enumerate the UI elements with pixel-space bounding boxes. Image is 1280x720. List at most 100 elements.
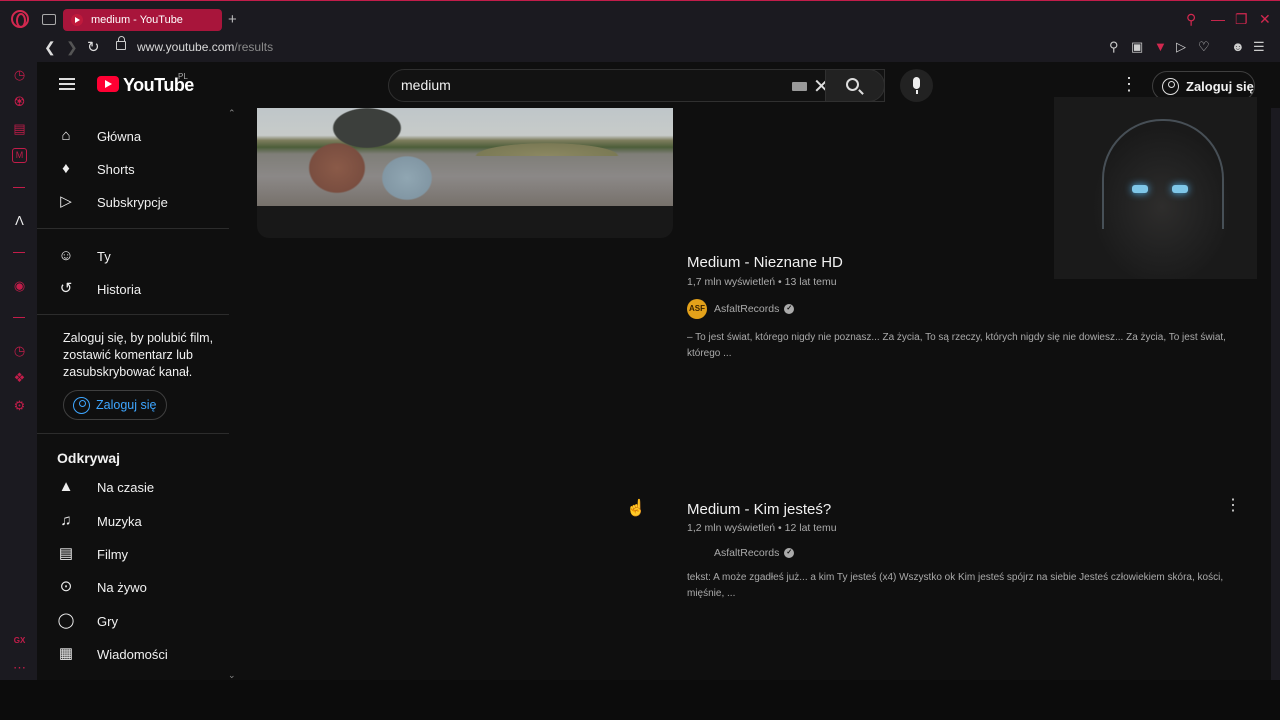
keyboard-icon[interactable] xyxy=(792,82,807,91)
hand-cursor-icon: ☝ xyxy=(626,500,646,517)
guide-item-label: Główna xyxy=(97,128,142,144)
gaming-icon: ◯ xyxy=(57,612,75,629)
you-icon: ☺ xyxy=(58,247,74,264)
channel-link[interactable]: AsfaltRecords ✓ xyxy=(687,543,795,563)
guide-item-music[interactable]: ♫ Muzyka xyxy=(57,511,141,531)
search-input[interactable] xyxy=(401,77,781,93)
guide-item-label: Historia xyxy=(97,281,142,297)
player-icon[interactable]: ◉ xyxy=(12,278,27,293)
guide-sign-in-button[interactable]: Zaloguj się xyxy=(63,390,167,420)
search-button[interactable] xyxy=(825,69,885,102)
reload-icon[interactable]: ↻ xyxy=(87,38,100,56)
history-icon: ↺ xyxy=(59,280,73,297)
video-description: – To jest świat, którego nigdy nie pozna… xyxy=(687,332,1226,359)
browser-search-icon[interactable]: ⚲ xyxy=(1186,11,1196,28)
guide-separator xyxy=(37,228,229,229)
back-icon[interactable]: ❮ xyxy=(44,39,56,56)
guide-item-label: Wiadomości xyxy=(97,646,168,662)
minimize-icon[interactable]: — xyxy=(1211,11,1225,27)
pin-icon[interactable]: ⚲ xyxy=(1109,39,1119,55)
snapshot-icon[interactable]: ▣ xyxy=(1131,39,1143,55)
guide-item-history[interactable]: ↺ Historia xyxy=(57,279,141,299)
channel-name[interactable]: AsfaltRecords xyxy=(714,303,779,315)
profile-icon[interactable]: ☻ xyxy=(1231,39,1245,54)
restore-icon[interactable]: ❐ xyxy=(1235,11,1248,28)
gx-label[interactable]: GX xyxy=(12,633,27,648)
settings-icon[interactable]: ⚙ xyxy=(12,398,27,413)
meta-separator: • xyxy=(778,522,782,534)
guide-item-label: Shorts xyxy=(97,161,135,177)
channel-avatar[interactable]: ASF xyxy=(687,299,707,319)
tab-title: medium - YouTube xyxy=(91,14,183,26)
thumbnail-image xyxy=(257,108,673,206)
more-icon[interactable]: ⋯ xyxy=(12,660,27,675)
account-icon xyxy=(73,396,90,414)
meta-separator: • xyxy=(778,276,782,288)
aria-icon[interactable]: Λ xyxy=(12,213,27,228)
url-domain: www.youtube.com xyxy=(137,40,235,54)
guide-item-you[interactable]: ☺ Ty xyxy=(57,246,110,266)
channel-avatar[interactable] xyxy=(687,543,707,563)
guide-item-label: Subskrypcje xyxy=(97,194,168,210)
explore-heading: Odkrywaj xyxy=(57,450,121,466)
guide-item-shorts[interactable]: ♦ Shorts xyxy=(57,159,134,179)
account-icon xyxy=(1162,77,1179,95)
tab-overview-icon[interactable] xyxy=(42,14,56,25)
video-thumbnail[interactable] xyxy=(257,108,673,238)
twitch-icon[interactable]: ▤ xyxy=(12,121,27,136)
video-title[interactable]: Medium - Nieznane HD xyxy=(687,254,843,271)
video-title[interactable]: Medium - Kim jesteś? xyxy=(687,501,831,518)
video-metadata: 1,7 mln wyświetleń • 13 lat temu xyxy=(687,276,837,288)
guide-item-label: Filmy xyxy=(97,546,129,562)
heart-icon[interactable]: ♡ xyxy=(1198,39,1210,55)
view-count: 1,7 mln wyświetleń xyxy=(687,276,776,288)
view-count: 1,2 mln wyświetleń xyxy=(687,522,776,534)
thumbnail-hill xyxy=(457,126,673,156)
search-icon xyxy=(846,78,859,91)
browser-tab[interactable]: medium - YouTube xyxy=(63,9,222,31)
guide-item-live[interactable]: ⊙ Na żywo xyxy=(57,577,147,597)
scrollbar[interactable] xyxy=(1271,108,1280,680)
guide-item-label: Muzyka xyxy=(97,513,142,529)
opera-sidebar: ◷ ♼ ▤ M Λ ◉ ◷ ❖ ⚙ GX ⋯ xyxy=(0,62,37,680)
youtube-logo-icon[interactable] xyxy=(97,76,119,92)
sign-in-label: Zaloguj się xyxy=(96,398,157,412)
guide-item-label: Na żywo xyxy=(97,579,147,595)
scroll-down-icon[interactable]: ⌄ xyxy=(228,670,236,680)
history-icon[interactable]: ◷ xyxy=(12,343,27,358)
scroll-up-icon[interactable]: ⌃ xyxy=(228,108,236,119)
upload-age: 12 lat temu xyxy=(784,522,837,534)
close-icon[interactable]: ✕ xyxy=(1259,11,1271,28)
guide-separator xyxy=(37,314,229,315)
opera-logo-icon[interactable] xyxy=(11,10,29,28)
extensions-icon[interactable]: ❖ xyxy=(12,370,27,385)
easy-setup-icon[interactable]: ☰ xyxy=(1253,39,1265,55)
voice-search-button[interactable] xyxy=(900,69,933,102)
settings-more-icon[interactable]: ⋮ xyxy=(1120,75,1138,93)
thumbnail-figure xyxy=(297,108,437,206)
shopping-icon[interactable]: ♼ xyxy=(12,94,27,109)
guide-item-trending[interactable]: ▲ Na czasie xyxy=(57,477,155,497)
channel-link[interactable]: ASF AsfaltRecords ✓ xyxy=(687,299,795,319)
guide-item-home[interactable]: ⌂ Główna xyxy=(57,126,141,146)
forward-icon[interactable]: ❯ xyxy=(66,39,78,56)
channel-name[interactable]: AsfaltRecords xyxy=(714,547,779,559)
speed-dial-icon[interactable]: ◷ xyxy=(12,67,27,82)
guide-item-news[interactable]: ▦ Wiadomości xyxy=(57,644,168,664)
new-tab-button[interactable]: + xyxy=(228,11,237,28)
guide-item-movies[interactable]: ▤ Filmy xyxy=(57,544,128,564)
player-icon[interactable]: ▷ xyxy=(1176,39,1186,55)
address-bar[interactable]: www.youtube.com/results xyxy=(137,40,273,54)
lock-icon[interactable] xyxy=(116,36,126,50)
url-path: /results xyxy=(234,40,274,54)
sidebar-separator xyxy=(13,252,25,253)
video-menu-icon[interactable]: ⋮ xyxy=(1225,498,1241,514)
pocket-icon[interactable]: ▼ xyxy=(1154,39,1167,54)
music-icon: ♫ xyxy=(60,512,72,529)
messenger-icon[interactable]: M xyxy=(12,148,27,163)
guide-menu-icon[interactable] xyxy=(59,78,75,90)
bottom-bar xyxy=(0,680,1280,720)
guide-item-subscriptions[interactable]: ▷ Subskrypcje xyxy=(57,192,168,212)
search-box[interactable]: ✕ xyxy=(388,69,885,102)
guide-item-gaming[interactable]: ◯ Gry xyxy=(57,611,118,631)
